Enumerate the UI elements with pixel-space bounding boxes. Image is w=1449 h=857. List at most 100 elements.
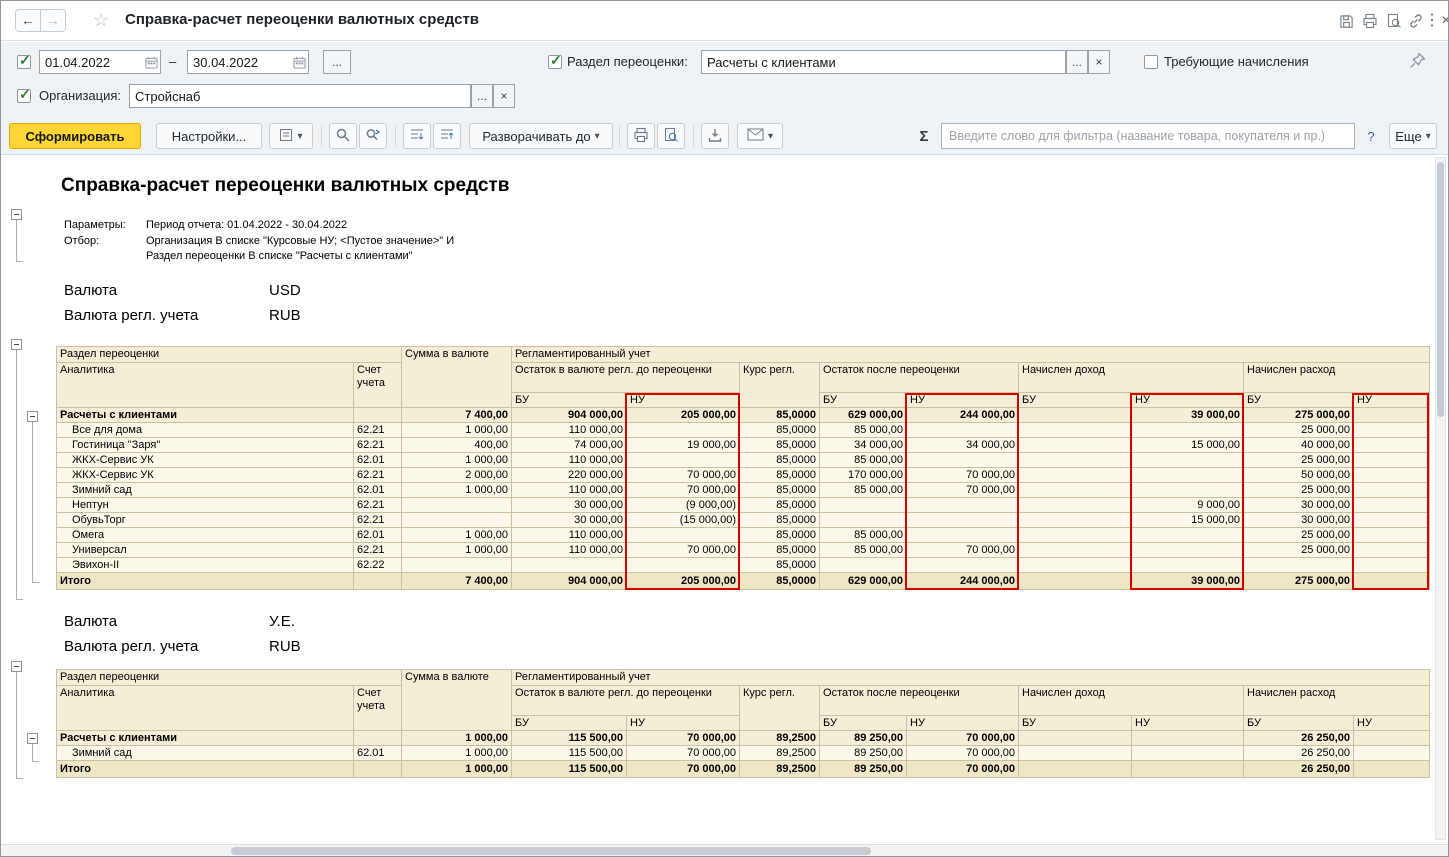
value-cell[interactable]: [402, 558, 512, 573]
analytics-cell[interactable]: Итого: [57, 573, 354, 590]
value-cell[interactable]: [1354, 558, 1430, 573]
expand-to-button[interactable]: Разворачивать до ▾: [469, 123, 613, 149]
value-cell[interactable]: 85 000,00: [820, 528, 907, 543]
value-cell[interactable]: [1019, 573, 1132, 590]
value-cell[interactable]: 220 000,00: [512, 468, 627, 483]
forward-button[interactable]: →: [40, 9, 66, 32]
org-clear-button[interactable]: ×: [493, 84, 515, 108]
value-cell[interactable]: 85,0000: [740, 483, 820, 498]
value-cell[interactable]: [1019, 483, 1132, 498]
value-cell[interactable]: [354, 573, 402, 590]
search-next-button[interactable]: [359, 123, 387, 149]
value-cell[interactable]: 70 000,00: [907, 761, 1019, 778]
analytics-cell[interactable]: Нептун: [57, 498, 354, 513]
value-cell[interactable]: [1244, 558, 1354, 573]
value-cell[interactable]: [1019, 761, 1132, 778]
value-cell[interactable]: [907, 453, 1019, 468]
analytics-cell[interactable]: Все для дома: [57, 423, 354, 438]
value-cell[interactable]: 85,0000: [740, 573, 820, 590]
value-cell[interactable]: 89 250,00: [820, 761, 907, 778]
value-cell[interactable]: 115 500,00: [512, 731, 627, 746]
value-cell[interactable]: 25 000,00: [1244, 453, 1354, 468]
search-button[interactable]: [329, 123, 357, 149]
value-cell[interactable]: [1354, 573, 1430, 590]
value-cell[interactable]: 26 250,00: [1244, 731, 1354, 746]
value-cell[interactable]: [1132, 483, 1244, 498]
value-cell[interactable]: [402, 513, 512, 528]
value-cell[interactable]: 85,0000: [740, 498, 820, 513]
value-cell[interactable]: [1354, 746, 1430, 761]
value-cell[interactable]: 205 000,00: [627, 408, 740, 423]
value-cell[interactable]: [1354, 483, 1430, 498]
value-cell[interactable]: [820, 513, 907, 528]
collapse-marker[interactable]: [11, 661, 22, 672]
print-preview-button[interactable]: [657, 123, 685, 149]
expand-groups-button[interactable]: [403, 123, 431, 149]
value-cell[interactable]: 1 000,00: [402, 528, 512, 543]
value-cell[interactable]: 70 000,00: [907, 731, 1019, 746]
collapse-marker[interactable]: [27, 733, 38, 744]
value-cell[interactable]: [1354, 438, 1430, 453]
value-cell[interactable]: 1 000,00: [402, 543, 512, 558]
generate-button[interactable]: Сформировать: [9, 123, 141, 149]
value-cell[interactable]: 62.21: [354, 423, 402, 438]
value-cell[interactable]: 89,2500: [740, 731, 820, 746]
analytics-cell[interactable]: Зимний сад: [57, 483, 354, 498]
value-cell[interactable]: [354, 731, 402, 746]
value-cell[interactable]: 30 000,00: [512, 498, 627, 513]
value-cell[interactable]: [1354, 528, 1430, 543]
value-cell[interactable]: 1 000,00: [402, 731, 512, 746]
value-cell[interactable]: 39 000,00: [1132, 408, 1244, 423]
value-cell[interactable]: [627, 558, 740, 573]
value-cell[interactable]: [1019, 438, 1132, 453]
value-cell[interactable]: 244 000,00: [907, 573, 1019, 590]
value-cell[interactable]: 115 500,00: [512, 761, 627, 778]
value-cell[interactable]: [1354, 408, 1430, 423]
value-cell[interactable]: [1019, 543, 1132, 558]
value-cell[interactable]: 70 000,00: [627, 731, 740, 746]
value-cell[interactable]: 904 000,00: [512, 573, 627, 590]
back-button[interactable]: ←: [15, 9, 41, 32]
analytics-cell[interactable]: ОбувьТорг: [57, 513, 354, 528]
value-cell[interactable]: 115 500,00: [512, 746, 627, 761]
value-cell[interactable]: [1019, 558, 1132, 573]
value-cell[interactable]: [1132, 558, 1244, 573]
value-cell[interactable]: 85,0000: [740, 558, 820, 573]
value-cell[interactable]: [1354, 731, 1430, 746]
value-cell[interactable]: 74 000,00: [512, 438, 627, 453]
value-cell[interactable]: 15 000,00: [1132, 438, 1244, 453]
value-cell[interactable]: 70 000,00: [907, 543, 1019, 558]
value-cell[interactable]: 30 000,00: [512, 513, 627, 528]
value-cell[interactable]: 70 000,00: [627, 543, 740, 558]
value-cell[interactable]: 89,2500: [740, 761, 820, 778]
analytics-cell[interactable]: ЖКХ-Сервис УК: [57, 468, 354, 483]
value-cell[interactable]: [1132, 423, 1244, 438]
more-button[interactable]: Еще ▾: [1389, 123, 1437, 149]
value-cell[interactable]: [1354, 423, 1430, 438]
horizontal-scrollbar-thumb[interactable]: [231, 847, 871, 855]
razdel-clear-button[interactable]: ×: [1088, 50, 1110, 74]
value-cell[interactable]: 70 000,00: [627, 468, 740, 483]
period-checkbox[interactable]: ✓: [17, 55, 31, 69]
value-cell[interactable]: 1 000,00: [402, 423, 512, 438]
analytics-cell[interactable]: Универсал: [57, 543, 354, 558]
value-cell[interactable]: 85,0000: [740, 408, 820, 423]
value-cell[interactable]: 62.21: [354, 468, 402, 483]
value-cell[interactable]: 275 000,00: [1244, 408, 1354, 423]
analytics-cell[interactable]: Гостиница "Заря": [57, 438, 354, 453]
value-cell[interactable]: 62.21: [354, 438, 402, 453]
value-cell[interactable]: 70 000,00: [907, 468, 1019, 483]
value-cell[interactable]: 9 000,00: [1132, 498, 1244, 513]
value-cell[interactable]: [627, 453, 740, 468]
value-cell[interactable]: 904 000,00: [512, 408, 627, 423]
value-cell[interactable]: [354, 761, 402, 778]
value-cell[interactable]: 244 000,00: [907, 408, 1019, 423]
print-button[interactable]: [627, 123, 655, 149]
value-cell[interactable]: 85,0000: [740, 468, 820, 483]
value-cell[interactable]: 62.21: [354, 513, 402, 528]
value-cell[interactable]: 85 000,00: [820, 423, 907, 438]
analytics-cell[interactable]: Расчеты с клиентами: [57, 731, 354, 746]
trebuyushchie-checkbox[interactable]: [1144, 55, 1158, 69]
close-icon[interactable]: ×: [1437, 12, 1449, 30]
value-cell[interactable]: 7 400,00: [402, 408, 512, 423]
